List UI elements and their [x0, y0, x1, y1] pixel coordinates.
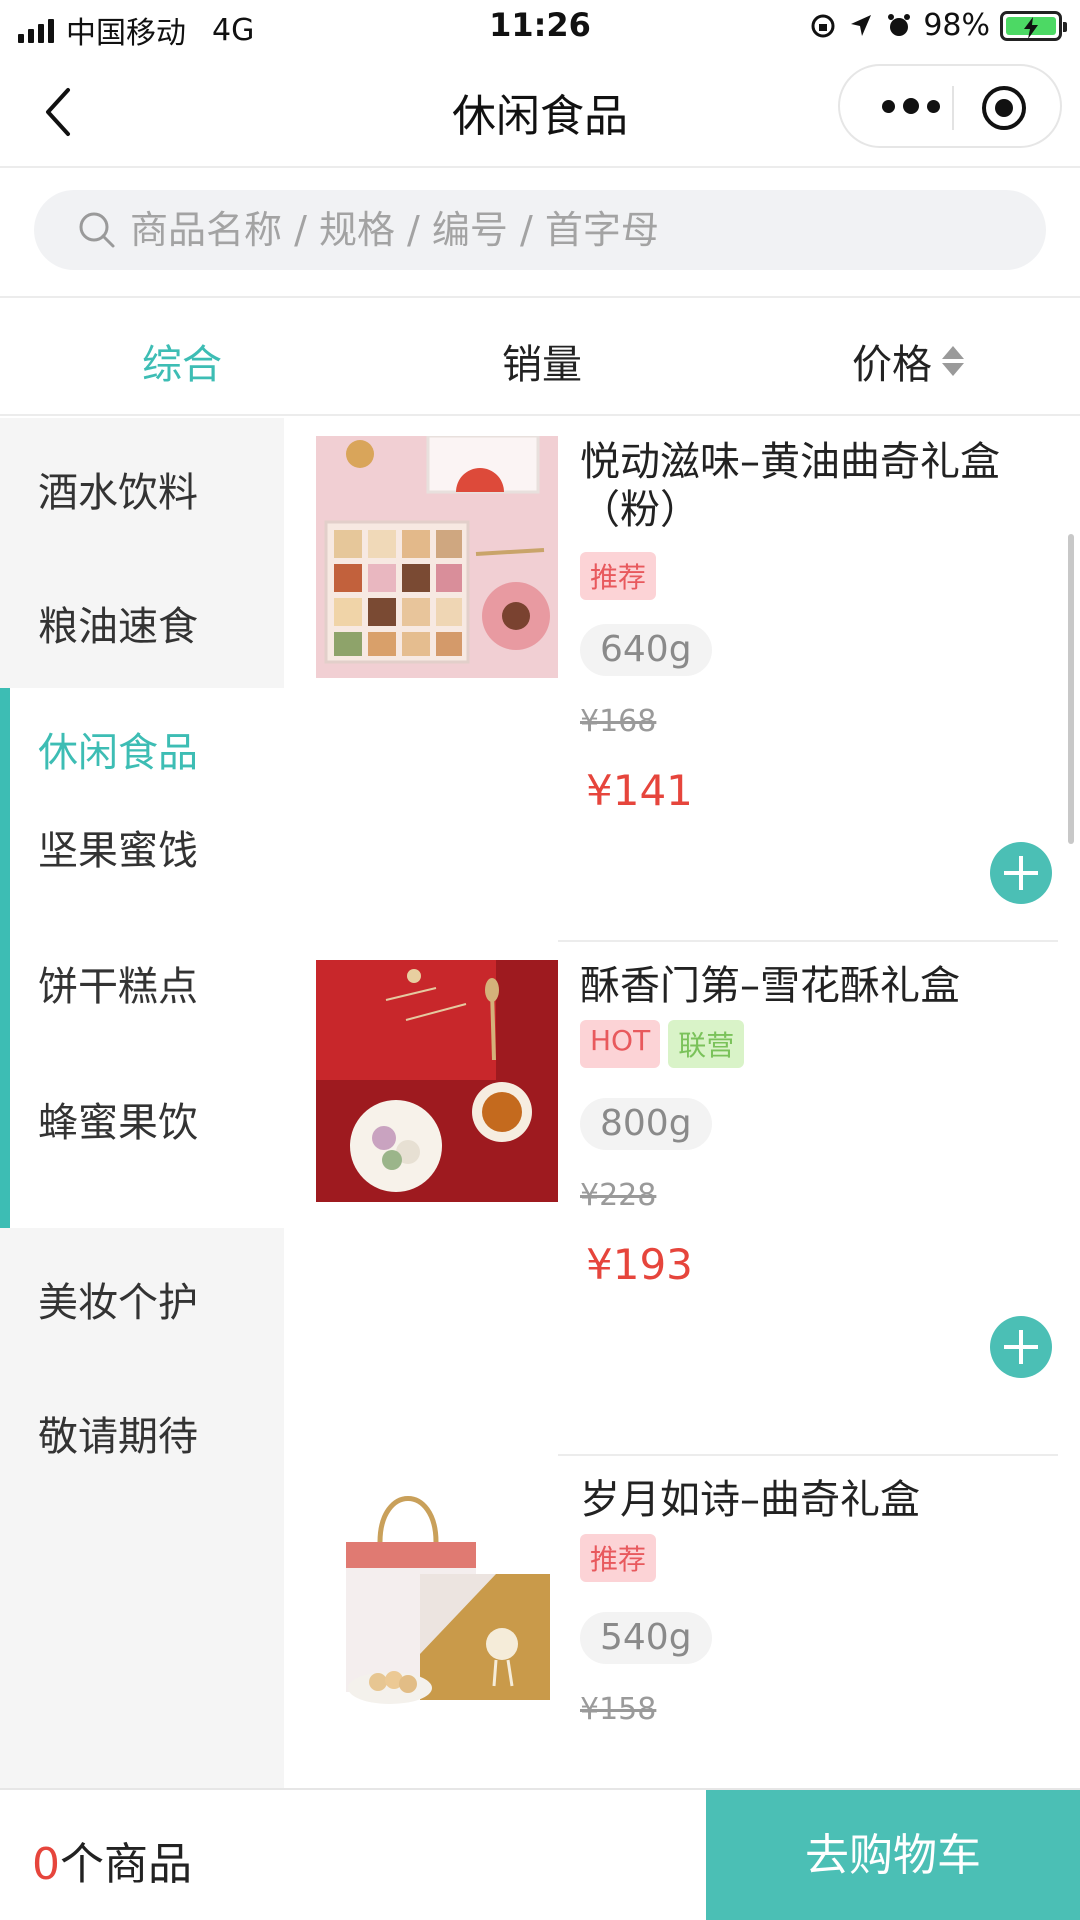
tag-joint-operation: 联营	[668, 1020, 745, 1068]
sidebar-item-honey[interactable]: 蜂蜜果饮	[10, 1048, 294, 1182]
product-tags: 推荐	[580, 1534, 657, 1582]
status-right: 98%	[809, 8, 1067, 43]
cart-summary: 0个商品	[32, 1828, 192, 1892]
product-tags: 推荐	[580, 552, 657, 600]
capsule-divider	[952, 86, 954, 130]
product-card[interactable]: 岁月如诗–曲奇礼盒 推荐 540g ¥158	[284, 1456, 1080, 1788]
original-price: ¥168	[580, 704, 657, 739]
category-sidebar: 酒水饮料 粮油速食 休闲食品 坚果蜜饯 饼干糕点 蜂蜜果饮 美妆个护 敬请期待	[0, 418, 284, 1788]
go-to-cart-button[interactable]: 去购物车	[706, 1790, 1080, 1920]
sort-tabs: 综合 销量 价格	[0, 296, 1080, 416]
product-image[interactable]	[316, 436, 558, 678]
rotation-lock-icon	[811, 14, 835, 37]
tab-comprehensive[interactable]: 综合	[142, 332, 222, 390]
sidebar-item-label: 休闲食品	[38, 730, 198, 776]
tag-hot: HOT	[580, 1020, 661, 1068]
sidebar-item-coming-soon[interactable]: 敬请期待	[0, 1362, 284, 1496]
sidebar-item-grain-oil[interactable]: 粮油速食	[0, 552, 284, 686]
alarm-icon	[888, 13, 911, 36]
sidebar-item-label: 酒水饮料	[38, 470, 198, 516]
status-bar: 中国移动 4G 11:26 98%	[0, 0, 1080, 56]
sidebar-item-beauty[interactable]: 美妆个护	[0, 1228, 284, 1362]
more-icon[interactable]	[874, 66, 948, 146]
search-box[interactable]	[34, 190, 1046, 270]
current-price: ¥141	[586, 766, 693, 815]
original-price: ¥158	[580, 1692, 657, 1727]
product-image[interactable]	[316, 960, 558, 1202]
add-to-cart-button[interactable]	[990, 1316, 1052, 1378]
tab-price-label: 价格	[852, 342, 932, 388]
search-icon	[79, 212, 115, 248]
battery-icon	[1000, 10, 1067, 41]
product-image[interactable]	[316, 1474, 558, 1716]
product-spec: 800g	[580, 1098, 712, 1150]
product-name: 悦动滋味–黄油曲奇礼盒（粉）	[580, 439, 1000, 533]
sidebar-item-label: 蜂蜜果饮	[38, 1100, 198, 1146]
bottom-bar: 0个商品 去购物车	[0, 1788, 1080, 1920]
sidebar-item-biscuits[interactable]: 饼干糕点	[10, 912, 294, 1046]
tab-sales[interactable]: 销量	[502, 332, 582, 390]
product-spec: 640g	[580, 624, 712, 676]
sidebar-item-nuts[interactable]: 坚果蜜饯	[10, 776, 294, 910]
product-card[interactable]: 酥香门第–雪花酥礼盒 HOT 联营 800g ¥228 ¥193	[284, 942, 1080, 1456]
sidebar-item-label: 饼干糕点	[38, 964, 198, 1010]
product-name: 酥香门第–雪花酥礼盒	[580, 963, 960, 1009]
tag-recommend: 推荐	[580, 1534, 657, 1582]
tab-price[interactable]: 价格	[852, 332, 964, 390]
product-list[interactable]: 悦动滋味–黄油曲奇礼盒（粉） 推荐 640g ¥168 ¥141 酥香门第–雪花…	[284, 418, 1080, 1788]
sidebar-item-label: 坚果蜜饯	[38, 828, 198, 874]
sidebar-item-label: 粮油速食	[38, 604, 198, 650]
sidebar-item-label: 敬请期待	[38, 1414, 198, 1460]
original-price: ¥228	[580, 1178, 657, 1213]
add-to-cart-button[interactable]	[990, 842, 1052, 904]
location-icon	[851, 14, 872, 36]
sort-arrows-icon	[942, 346, 964, 376]
product-name: 岁月如诗–曲奇礼盒	[580, 1477, 920, 1523]
sidebar-active-group: 休闲食品 坚果蜜饯 饼干糕点 蜂蜜果饮	[0, 688, 284, 1228]
sidebar-item-drinks[interactable]: 酒水饮料	[0, 418, 284, 552]
tag-recommend: 推荐	[580, 552, 657, 600]
mini-program-capsule	[838, 64, 1062, 148]
search-input[interactable]	[130, 208, 1010, 252]
product-card[interactable]: 悦动滋味–黄油曲奇礼盒（粉） 推荐 640g ¥168 ¥141	[284, 418, 1080, 932]
search-area	[0, 170, 1080, 294]
current-price: ¥193	[586, 1240, 693, 1289]
cart-count-suffix: 个商品	[60, 1839, 192, 1890]
product-tags: HOT 联营	[580, 1020, 745, 1068]
battery-percent: 98%	[923, 8, 990, 43]
cart-count: 0	[32, 1839, 60, 1890]
scrollbar[interactable]	[1068, 534, 1074, 844]
sidebar-item-label: 美妆个护	[38, 1280, 198, 1326]
nav-bar: 休闲食品	[0, 56, 1080, 168]
close-target-icon[interactable]	[980, 84, 1028, 132]
product-spec: 540g	[580, 1612, 712, 1664]
